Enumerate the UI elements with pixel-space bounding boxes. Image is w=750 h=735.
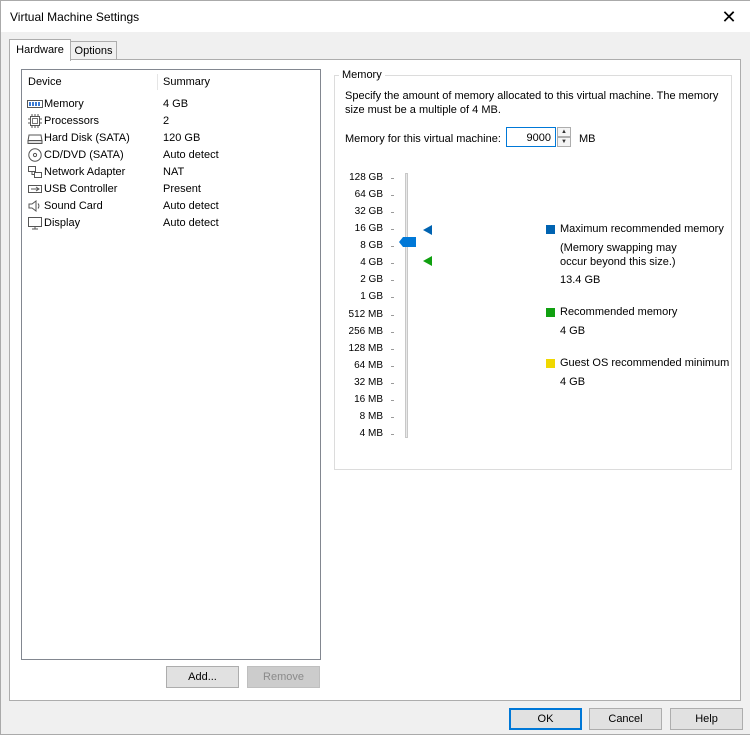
guest-min-label: Guest OS recommended minimum bbox=[560, 357, 730, 369]
max-recommended-swatch bbox=[546, 225, 555, 234]
recommended-swatch bbox=[546, 308, 555, 317]
scale-label: 32 MB bbox=[354, 377, 383, 388]
window-title: Virtual Machine Settings bbox=[10, 10, 140, 24]
device-name: Processors bbox=[44, 115, 100, 127]
device-name: Network Adapter bbox=[44, 166, 126, 178]
recommended-marker-icon bbox=[423, 256, 432, 266]
device-summary: Auto detect bbox=[163, 200, 219, 212]
device-summary: 120 GB bbox=[163, 132, 201, 144]
guest-min-value: 4 GB bbox=[560, 376, 586, 388]
column-header-device[interactable]: Device bbox=[28, 76, 62, 88]
scale-label: 8 MB bbox=[359, 411, 383, 422]
memory-slider-thumb[interactable] bbox=[399, 237, 417, 247]
device-name: CD/DVD (SATA) bbox=[44, 149, 124, 161]
scale-label: 512 MB bbox=[348, 309, 383, 320]
memory-field-label: Memory for this virtual machine: bbox=[345, 133, 501, 145]
memory-input[interactable]: 9000 bbox=[506, 127, 556, 147]
memory-description: Specify the amount of memory allocated t… bbox=[345, 90, 719, 116]
cancel-button[interactable]: Cancel bbox=[589, 708, 662, 730]
device-summary: Present bbox=[163, 183, 201, 195]
memory-spin-down-icon[interactable]: ▼ bbox=[557, 137, 571, 147]
help-button[interactable]: Help bbox=[670, 708, 743, 730]
scale-label: 64 GB bbox=[354, 189, 383, 200]
monitor-icon bbox=[28, 217, 42, 230]
device-list[interactable]: Device Summary Memory 4 GB Processors 2 bbox=[21, 69, 321, 660]
device-summary: 2 bbox=[163, 115, 170, 127]
scale-label: 64 MB bbox=[354, 360, 383, 371]
remove-device-button[interactable]: Remove bbox=[247, 666, 320, 688]
scale-label: 16 MB bbox=[354, 394, 383, 405]
scale-label: 4 GB bbox=[360, 257, 383, 268]
device-row-cd-dvd[interactable]: CD/DVD (SATA) Auto detect bbox=[22, 147, 320, 164]
device-name: Memory bbox=[44, 98, 84, 110]
device-row-memory[interactable]: Memory 4 GB bbox=[22, 96, 320, 113]
speaker-icon bbox=[28, 200, 40, 212]
device-name: Hard Disk (SATA) bbox=[44, 132, 130, 144]
tab-hardware[interactable]: Hardware bbox=[9, 39, 71, 61]
device-summary: NAT bbox=[163, 166, 185, 178]
column-header-summary[interactable]: Summary bbox=[163, 76, 210, 88]
cd-dvd-icon bbox=[28, 148, 42, 162]
device-name: Sound Card bbox=[44, 200, 103, 212]
scale-label: 16 GB bbox=[354, 223, 383, 234]
memory-group-title: Memory bbox=[339, 69, 385, 81]
guest-min-swatch bbox=[546, 359, 555, 368]
device-summary: Auto detect bbox=[163, 149, 219, 161]
device-name: Display bbox=[44, 217, 81, 229]
ok-button[interactable]: OK bbox=[509, 708, 582, 730]
max-recommended-label: Maximum recommended memory bbox=[560, 223, 724, 235]
memory-slider-track[interactable] bbox=[405, 173, 408, 438]
device-name: USB Controller bbox=[44, 183, 118, 195]
usb-icon bbox=[28, 185, 42, 193]
close-icon[interactable]: ✕ bbox=[718, 6, 740, 28]
device-row-sound-card[interactable]: Sound Card Auto detect bbox=[22, 198, 320, 215]
add-device-button[interactable]: Add... bbox=[166, 666, 239, 688]
device-row-display[interactable]: Display Auto detect bbox=[22, 215, 320, 232]
max-recommended-note: (Memory swapping may occur beyond this s… bbox=[560, 242, 677, 268]
settings-window: Virtual Machine Settings ✕ Hardware Opti… bbox=[0, 0, 750, 735]
scale-label: 32 GB bbox=[354, 206, 383, 217]
scale-label: 2 GB bbox=[360, 274, 383, 285]
hard-disk-icon bbox=[27, 134, 43, 144]
max-recommended-value: 13.4 GB bbox=[560, 274, 601, 286]
scale-label: 1 GB bbox=[360, 291, 383, 302]
device-summary: 4 GB bbox=[163, 98, 189, 110]
device-row-hard-disk[interactable]: Hard Disk (SATA) 120 GB bbox=[22, 130, 320, 147]
device-row-processors[interactable]: Processors 2 bbox=[22, 113, 320, 130]
device-row-network-adapter[interactable]: Network Adapter NAT bbox=[22, 164, 320, 181]
recommended-value: 4 GB bbox=[560, 325, 586, 337]
max-recommended-marker-icon bbox=[423, 225, 432, 235]
scale-label: 4 MB bbox=[359, 428, 383, 439]
title-bar: Virtual Machine Settings ✕ bbox=[1, 1, 750, 32]
device-row-usb-controller[interactable]: USB Controller Present bbox=[22, 181, 320, 198]
memory-icon bbox=[27, 100, 43, 108]
column-separator bbox=[157, 74, 158, 90]
processor-icon bbox=[28, 114, 42, 128]
scale-label: 256 MB bbox=[348, 326, 383, 337]
device-summary: Auto detect bbox=[163, 217, 219, 229]
memory-unit: MB bbox=[579, 133, 596, 145]
tab-options[interactable]: Options bbox=[70, 41, 117, 60]
network-adapter-icon bbox=[28, 166, 42, 178]
scale-label: 8 GB bbox=[360, 240, 383, 251]
scale-label: 128 GB bbox=[349, 172, 383, 183]
scale-label: 128 MB bbox=[348, 343, 383, 354]
recommended-label: Recommended memory bbox=[560, 306, 678, 318]
memory-spin-up-icon[interactable]: ▲ bbox=[557, 127, 571, 137]
